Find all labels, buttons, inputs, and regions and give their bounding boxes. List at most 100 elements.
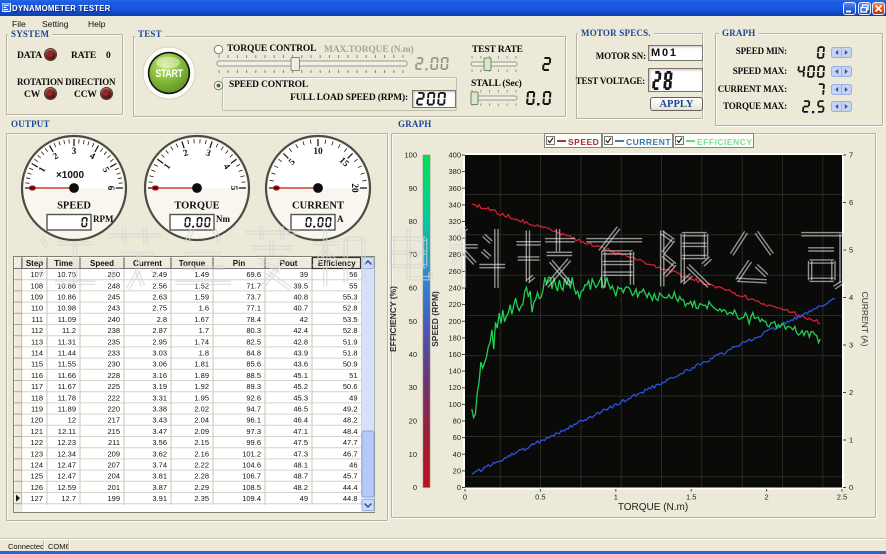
svg-text:215: 215 bbox=[107, 427, 120, 436]
svg-text:113: 113 bbox=[31, 337, 43, 346]
svg-text:1: 1 bbox=[849, 436, 853, 445]
svg-text:88.5: 88.5 bbox=[246, 371, 261, 380]
svg-text:380: 380 bbox=[448, 167, 461, 176]
svg-text:300: 300 bbox=[448, 234, 461, 243]
svg-text:20: 20 bbox=[409, 417, 417, 426]
svg-text:2.16: 2.16 bbox=[194, 449, 209, 458]
svg-text:51.8: 51.8 bbox=[343, 349, 358, 358]
svg-text:45.3: 45.3 bbox=[293, 393, 308, 402]
svg-text:Torque: Torque bbox=[179, 259, 206, 268]
svg-text:12.47: 12.47 bbox=[57, 461, 76, 470]
svg-text:3.62: 3.62 bbox=[152, 449, 167, 458]
svg-text:Current: Current bbox=[133, 259, 162, 268]
svg-text:49: 49 bbox=[300, 494, 308, 503]
svg-text:108.5: 108.5 bbox=[242, 483, 261, 492]
svg-text:4: 4 bbox=[849, 293, 853, 302]
svg-text:46.7: 46.7 bbox=[343, 449, 358, 458]
svg-text:40.7: 40.7 bbox=[293, 304, 308, 313]
svg-text:2.49: 2.49 bbox=[152, 270, 167, 279]
svg-text:1.49: 1.49 bbox=[194, 270, 209, 279]
svg-text:47.1: 47.1 bbox=[293, 427, 308, 436]
svg-text:122: 122 bbox=[30, 438, 43, 447]
svg-text:3.16: 3.16 bbox=[152, 371, 167, 380]
svg-text:RPM: RPM bbox=[93, 214, 114, 224]
svg-text:12.11: 12.11 bbox=[58, 427, 76, 436]
svg-text:2.8: 2.8 bbox=[157, 315, 167, 324]
svg-text:48.4: 48.4 bbox=[343, 427, 358, 436]
svg-text:80: 80 bbox=[453, 417, 461, 426]
svg-text:2.56: 2.56 bbox=[152, 281, 167, 290]
svg-text:84.8: 84.8 bbox=[246, 349, 261, 358]
svg-text:120: 120 bbox=[448, 383, 461, 392]
svg-text:12: 12 bbox=[68, 416, 76, 425]
svg-text:2.29: 2.29 bbox=[194, 483, 209, 492]
svg-text:12.7: 12.7 bbox=[61, 494, 76, 503]
svg-text:CURRENT (A): CURRENT (A) bbox=[860, 291, 870, 346]
svg-text:46.4: 46.4 bbox=[293, 416, 308, 425]
svg-text:EFFICIENCY (%): EFFICIENCY (%) bbox=[390, 286, 398, 352]
svg-text:124: 124 bbox=[30, 461, 43, 470]
svg-text:320: 320 bbox=[448, 217, 461, 226]
svg-text:2: 2 bbox=[849, 388, 853, 397]
svg-text:52.8: 52.8 bbox=[343, 304, 358, 313]
svg-text:Step: Step bbox=[26, 259, 43, 268]
svg-text:110: 110 bbox=[31, 304, 43, 313]
svg-text:71.7: 71.7 bbox=[246, 281, 261, 290]
svg-text:70: 70 bbox=[409, 250, 417, 259]
svg-text:3.43: 3.43 bbox=[152, 416, 167, 425]
svg-text:96.1: 96.1 bbox=[246, 416, 261, 425]
svg-text:80: 80 bbox=[409, 217, 417, 226]
svg-text:48.7: 48.7 bbox=[293, 472, 308, 481]
svg-text:100: 100 bbox=[404, 151, 417, 160]
svg-text:2.04: 2.04 bbox=[194, 416, 209, 425]
svg-text:248: 248 bbox=[107, 281, 120, 290]
svg-text:Pin: Pin bbox=[233, 259, 246, 268]
svg-text:2.63: 2.63 bbox=[152, 293, 167, 302]
svg-text:20: 20 bbox=[349, 183, 359, 193]
svg-text:85.6: 85.6 bbox=[246, 360, 261, 369]
svg-text:11.89: 11.89 bbox=[58, 405, 76, 414]
svg-text:55: 55 bbox=[349, 281, 357, 290]
svg-text:94.7: 94.7 bbox=[246, 405, 261, 414]
svg-text:START: START bbox=[155, 68, 183, 80]
svg-text:230: 230 bbox=[107, 360, 120, 369]
svg-text:10: 10 bbox=[313, 147, 323, 157]
svg-text:42.4: 42.4 bbox=[293, 326, 308, 335]
svg-text:180: 180 bbox=[448, 333, 461, 342]
svg-text:120: 120 bbox=[30, 416, 43, 425]
svg-text:140: 140 bbox=[448, 367, 461, 376]
svg-text:44.8: 44.8 bbox=[343, 494, 358, 503]
svg-text:40.8: 40.8 bbox=[293, 293, 308, 302]
svg-text:3.47: 3.47 bbox=[152, 427, 167, 436]
svg-text:90: 90 bbox=[409, 184, 417, 193]
svg-text:109.4: 109.4 bbox=[242, 494, 261, 503]
svg-text:47.5: 47.5 bbox=[293, 438, 308, 447]
svg-text:260: 260 bbox=[448, 267, 461, 276]
svg-text:235: 235 bbox=[107, 337, 120, 346]
svg-text:CURRENT: CURRENT bbox=[292, 201, 344, 212]
svg-text:92.6: 92.6 bbox=[246, 393, 261, 402]
svg-text:1.81: 1.81 bbox=[194, 360, 209, 369]
svg-text:0: 0 bbox=[463, 493, 467, 502]
svg-text:1.67: 1.67 bbox=[194, 315, 209, 324]
svg-text:3.19: 3.19 bbox=[152, 382, 167, 391]
svg-text:0.5: 0.5 bbox=[535, 493, 545, 502]
svg-text:50.9: 50.9 bbox=[343, 360, 358, 369]
svg-text:0: 0 bbox=[413, 483, 417, 492]
svg-text:3.06: 3.06 bbox=[152, 360, 167, 369]
svg-text:10.86: 10.86 bbox=[57, 281, 76, 290]
svg-text:340: 340 bbox=[448, 200, 461, 209]
svg-text:1.6: 1.6 bbox=[199, 304, 209, 313]
svg-text:48.1: 48.1 bbox=[293, 461, 308, 470]
svg-text:5: 5 bbox=[849, 246, 853, 255]
svg-text:5: 5 bbox=[228, 186, 238, 191]
svg-text:360: 360 bbox=[448, 184, 461, 193]
svg-text:117: 117 bbox=[31, 382, 43, 391]
svg-text:240: 240 bbox=[448, 284, 461, 293]
svg-text:78.4: 78.4 bbox=[246, 315, 261, 324]
svg-text:2.15: 2.15 bbox=[194, 438, 209, 447]
svg-text:69.6: 69.6 bbox=[246, 270, 261, 279]
svg-text:204: 204 bbox=[107, 472, 120, 481]
svg-text:11.78: 11.78 bbox=[58, 393, 76, 402]
svg-text:49.2: 49.2 bbox=[343, 405, 358, 414]
